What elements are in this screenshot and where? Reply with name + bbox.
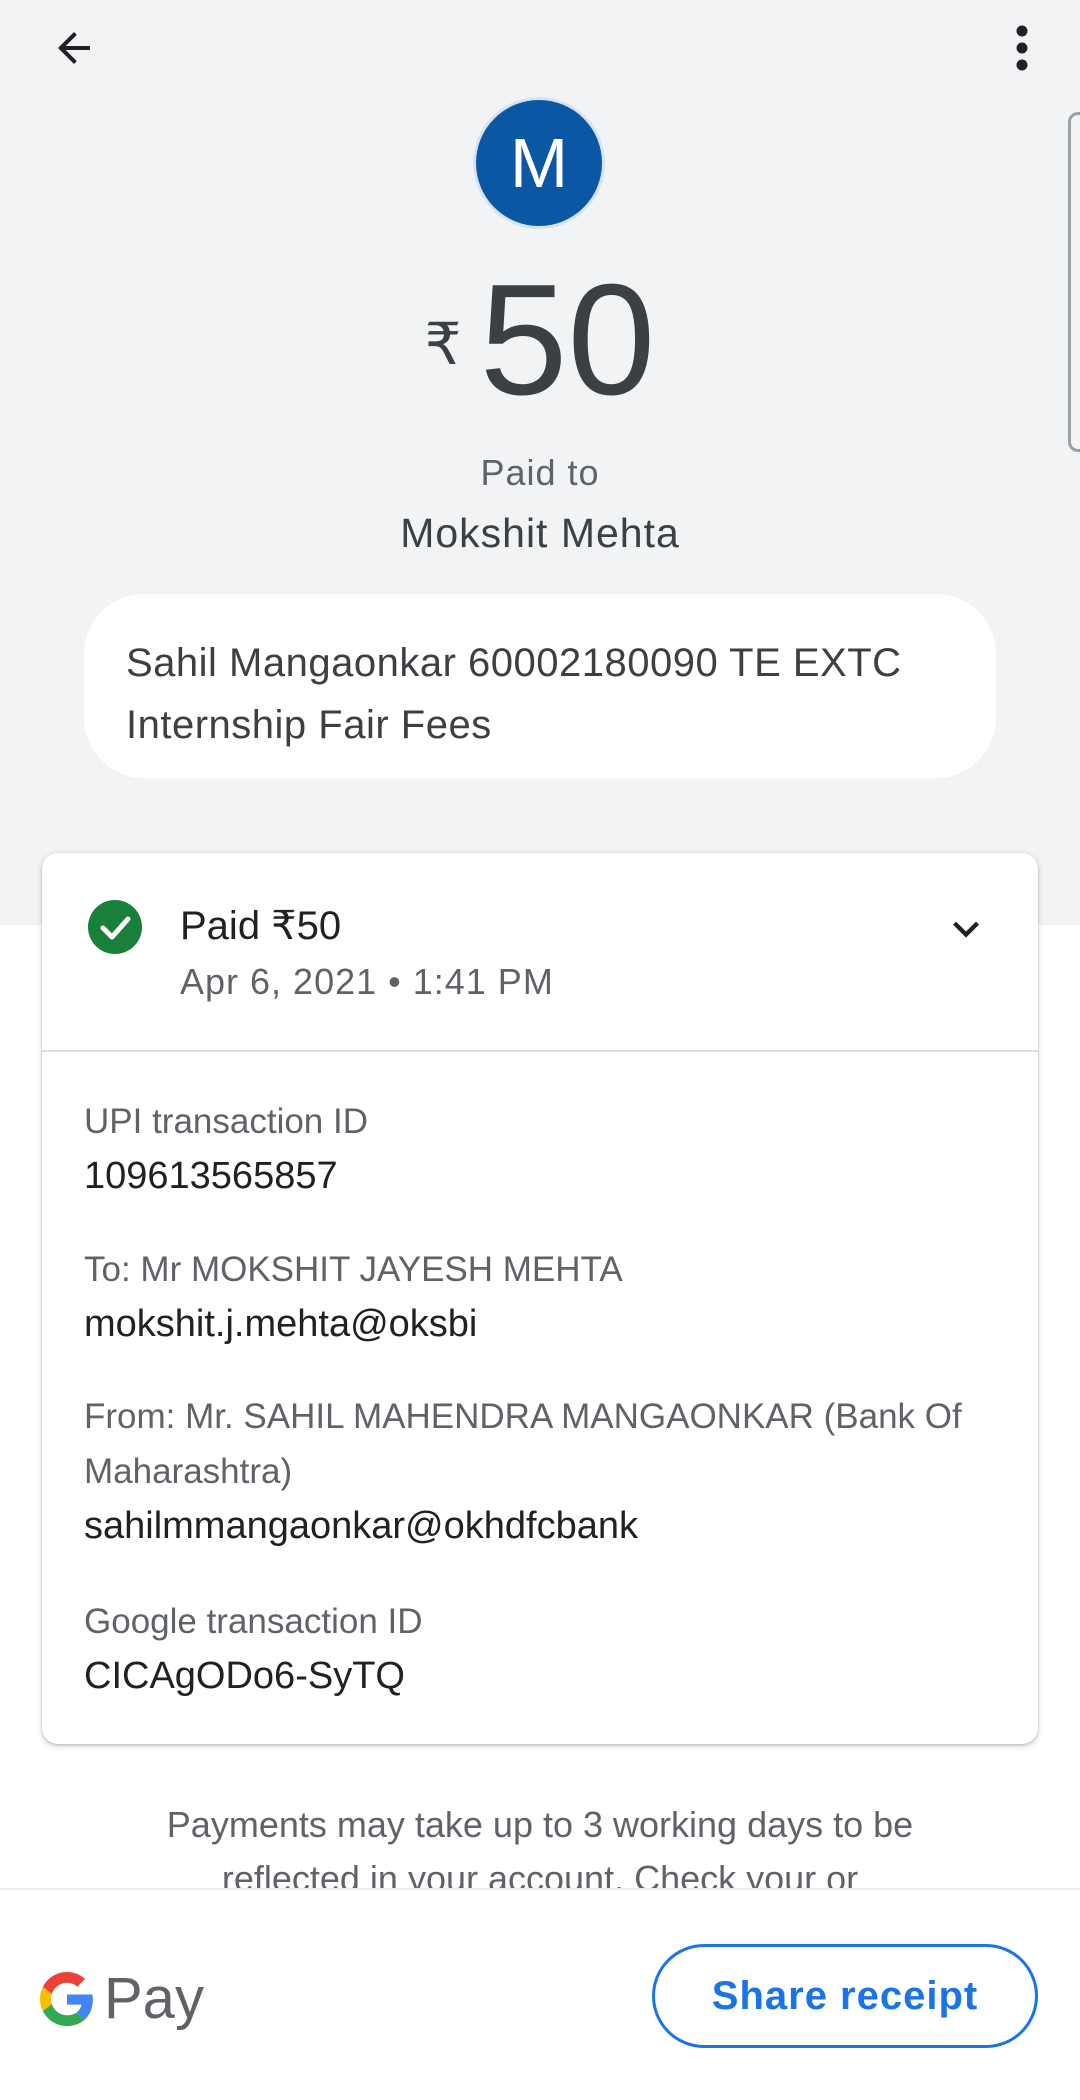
back-button[interactable] [40, 14, 108, 82]
amount-value: 50 [479, 252, 656, 428]
detail-google-transaction-id: Google transaction ID CICAgODo6-SyTQ [84, 1594, 996, 1704]
brand-text: Pay [104, 1966, 204, 2031]
status-title: Paid ₹50 [180, 904, 342, 948]
bottom-bar: Pay Share receipt [0, 1888, 1080, 2100]
google-pay-logo: Pay [40, 1965, 204, 2032]
chevron-down-icon[interactable] [940, 903, 992, 955]
more-options-button[interactable] [990, 14, 1054, 82]
detail-value: sahilmmangaonkar@okhdfcbank [84, 1505, 638, 1547]
detail-value: CICAgODo6-SyTQ [84, 1655, 405, 1697]
detail-label: Google transaction ID [84, 1602, 423, 1641]
status-datetime: Apr 6, 2021 • 1:41 PM [180, 961, 554, 1002]
paid-to-label: Paid to [480, 452, 600, 493]
processing-notice: Payments may take up to 3 working days t… [166, 1804, 914, 1890]
amount-display: ₹ 50 [0, 255, 1080, 425]
status-header[interactable]: Paid ₹50 Apr 6, 2021 • 1:41 PM [42, 853, 1038, 1052]
detail-label: To: Mr MOKSHIT JAYESH MEHTA [84, 1250, 623, 1289]
arrow-back-icon [58, 32, 90, 64]
detail-from: From: Mr. SAHIL MAHENDRA MANGAONKAR (Ban… [84, 1389, 996, 1554]
share-receipt-button[interactable]: Share receipt [652, 1944, 1038, 2048]
detail-to: To: Mr MOKSHIT JAYESH MEHTA mokshit.j.me… [84, 1242, 996, 1352]
detail-value: mokshit.j.mehta@oksbi [84, 1303, 478, 1345]
detail-label: UPI transaction ID [84, 1102, 368, 1141]
detail-value: 109613565857 [84, 1155, 338, 1197]
payee-name: Mokshit Mehta [400, 510, 680, 556]
transaction-details-card: Paid ₹50 Apr 6, 2021 • 1:41 PM UPI trans… [42, 853, 1038, 1744]
detail-label: From: Mr. SAHIL MAHENDRA MANGAONKAR (Ban… [84, 1397, 962, 1491]
more-vert-icon [1016, 25, 1028, 71]
check-circle-icon [88, 900, 142, 954]
avatar: M [473, 97, 605, 229]
payment-note: Sahil Mangaonkar 60002180090 TE EXTC Int… [84, 594, 996, 778]
currency-symbol: ₹ [424, 312, 462, 377]
detail-upi-transaction-id: UPI transaction ID 109613565857 [84, 1094, 996, 1204]
google-g-icon [40, 1971, 93, 2026]
